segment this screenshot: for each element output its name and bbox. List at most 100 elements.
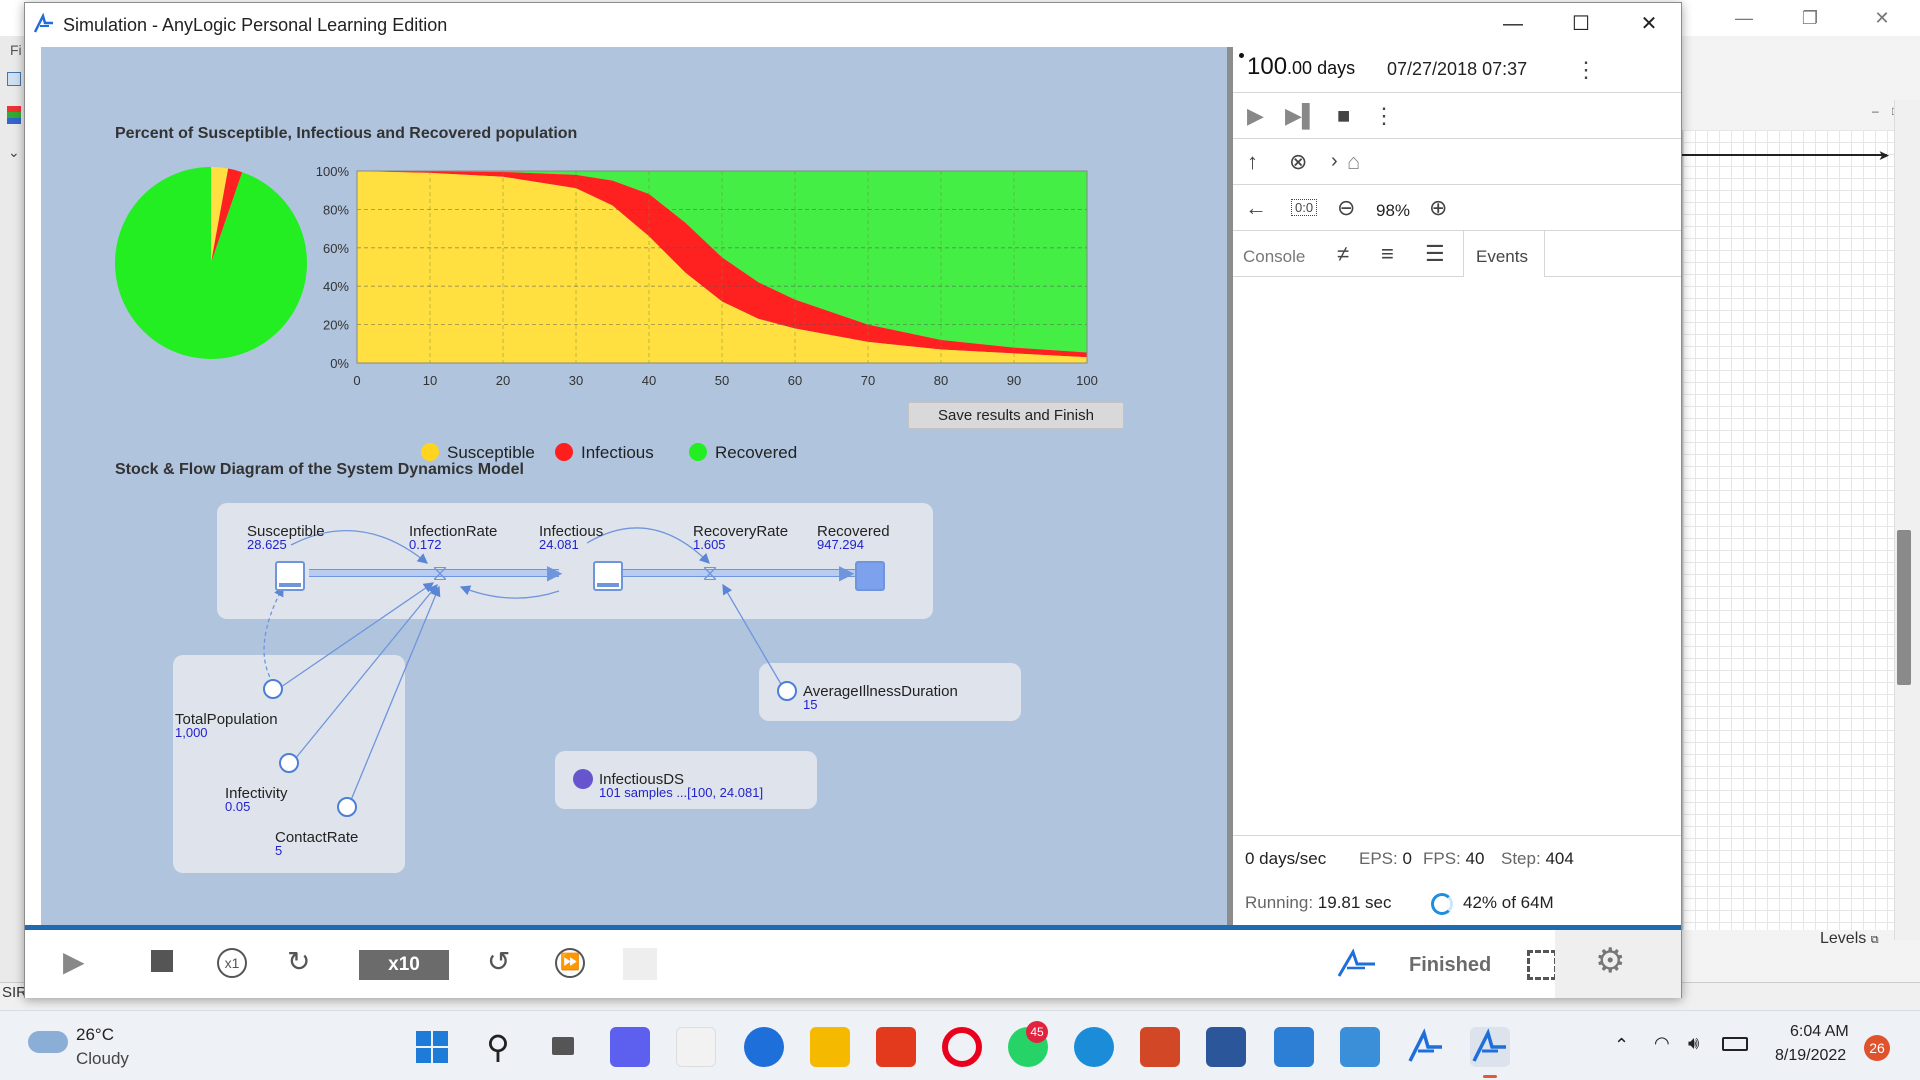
- total-population-parameter-icon[interactable]: [263, 679, 283, 699]
- window-titlebar[interactable]: Simulation - AnyLogic Personal Learning …: [25, 3, 1681, 45]
- home-icon[interactable]: ⌂: [1347, 151, 1360, 173]
- zoom-in-icon[interactable]: ⊕: [1429, 197, 1447, 219]
- powerpoint-icon[interactable]: [1140, 1027, 1180, 1067]
- back-arrow-icon[interactable]: ←: [1245, 197, 1267, 219]
- fullscreen-icon[interactable]: [1527, 950, 1557, 980]
- background-scrollbar[interactable]: [1894, 100, 1920, 940]
- chevron-down-icon[interactable]: ⌄: [8, 144, 20, 161]
- average-illness-duration-label: AverageIllnessDuration: [803, 683, 958, 700]
- levels-label[interactable]: Levels ⧉: [1820, 930, 1879, 948]
- opera-icon[interactable]: [942, 1027, 982, 1067]
- model-date: 07/27/2018 07:37: [1387, 59, 1528, 79]
- infectivity-parameter-icon[interactable]: [279, 753, 299, 773]
- zoom-reset-icon[interactable]: 0:0: [1291, 199, 1318, 216]
- teams-chat-icon[interactable]: [610, 1027, 650, 1067]
- connector-arrow: [1682, 154, 1887, 156]
- bg-restore-icon[interactable]: ❐: [1790, 6, 1830, 30]
- arrow-head-icon: ➤: [1878, 147, 1890, 163]
- weather-description[interactable]: Cloudy: [76, 1049, 129, 1069]
- graphical-editor-grid[interactable]: [1682, 130, 1894, 930]
- menu-file-text[interactable]: Fi: [10, 42, 22, 58]
- slow-down-icon[interactable]: ↻: [287, 948, 310, 976]
- stop-circle-icon[interactable]: ⊗: [1289, 151, 1307, 173]
- realtime-speed-icon[interactable]: x1: [217, 948, 247, 978]
- up-arrow-icon[interactable]: ↑: [1247, 151, 1258, 173]
- infection-valve-icon[interactable]: ⧖: [429, 561, 451, 585]
- play-icon[interactable]: ▶: [63, 948, 85, 976]
- search-icon[interactable]: ⚲: [478, 1027, 518, 1067]
- recovery-rate-value: 1.605: [693, 537, 726, 552]
- susceptible-stock[interactable]: [275, 561, 305, 591]
- recovered-value: 947.294: [817, 537, 864, 552]
- navigation-row: ↑ ⊗ › ⌂: [1233, 139, 1681, 185]
- control-panel-icon[interactable]: [1340, 1027, 1380, 1067]
- file-explorer-icon[interactable]: [810, 1027, 850, 1067]
- infectivity-value: 0.05: [225, 799, 251, 814]
- infection-rate-value: 0.172: [409, 537, 442, 552]
- developer-panel: 100.00 days 07/27/2018 07:37 ⋮ ▶ ▶▌ ■ ⋮ …: [1233, 47, 1681, 925]
- weather-temperature[interactable]: 26°C: [76, 1025, 114, 1045]
- bg-minimize-icon[interactable]: —: [1724, 6, 1764, 30]
- step-icon[interactable]: ▶▌: [1285, 105, 1318, 127]
- microsoft-store-icon[interactable]: [676, 1027, 716, 1067]
- scroll-lock-icon[interactable]: ≡: [1381, 243, 1394, 265]
- notepad-icon[interactable]: [1274, 1027, 1314, 1067]
- zoom-out-icon[interactable]: ⊖: [1337, 197, 1355, 219]
- anylogic-simulation-taskbar-icon[interactable]: [1470, 1027, 1510, 1067]
- events-tab-label: Events: [1476, 247, 1528, 266]
- infectious-stock[interactable]: [593, 561, 623, 591]
- clock-date[interactable]: 8/19/2022: [1775, 1047, 1846, 1065]
- stop-button-icon[interactable]: [151, 950, 173, 972]
- clear-console-icon[interactable]: ≠: [1337, 243, 1349, 265]
- dataset-icon[interactable]: [573, 769, 593, 789]
- bg-panel-minimize-icon[interactable]: –: [1872, 104, 1879, 118]
- scrollbar-thumb[interactable]: [1897, 530, 1911, 685]
- battery-icon[interactable]: [1722, 1037, 1748, 1051]
- word-wrap-icon[interactable]: ☰: [1425, 243, 1445, 265]
- average-illness-duration-parameter-icon[interactable]: [777, 681, 797, 701]
- edge-icon[interactable]: [1074, 1027, 1114, 1067]
- palette-icon[interactable]: [7, 72, 21, 86]
- office-icon[interactable]: [876, 1027, 916, 1067]
- speed-stat: 0 days/sec: [1245, 849, 1327, 868]
- settings-area[interactable]: ⚙: [1555, 930, 1681, 998]
- contact-rate-parameter-icon[interactable]: [337, 797, 357, 817]
- infectious-value: 24.081: [539, 537, 579, 552]
- blank-toolbar-slot: [623, 948, 657, 980]
- console-output[interactable]: [1233, 277, 1681, 835]
- anylogic-taskbar-icon[interactable]: [1406, 1027, 1446, 1067]
- maximize-icon[interactable]: ☐: [1547, 3, 1615, 45]
- minimize-icon[interactable]: —: [1479, 3, 1547, 45]
- app-blue-icon[interactable]: [744, 1027, 784, 1067]
- word-icon[interactable]: [1206, 1027, 1246, 1067]
- speed-up-icon[interactable]: ↺: [487, 948, 510, 976]
- run-menu-icon[interactable]: ⋮: [1373, 105, 1395, 127]
- console-tab[interactable]: Console: [1243, 247, 1305, 267]
- bg-close-icon[interactable]: ✕: [1862, 6, 1902, 30]
- model-canvas[interactable]: Percent of Susceptible, Infectious and R…: [41, 47, 1227, 925]
- recovered-stock[interactable]: [855, 561, 885, 591]
- settings-gear-icon[interactable]: ⚙: [1595, 944, 1625, 978]
- events-tab[interactable]: Events: [1463, 231, 1545, 277]
- zoom-row: ← 0:0 ⊖ 98% ⊕: [1233, 185, 1681, 231]
- virtual-time-icon[interactable]: ⏩: [555, 948, 585, 978]
- susceptible-value: 28.625: [247, 537, 287, 552]
- stats-divider: [1233, 835, 1681, 836]
- show-hidden-icons-icon[interactable]: ⌃: [1614, 1035, 1629, 1056]
- cloud-weather-icon[interactable]: [28, 1031, 68, 1053]
- task-view-icon[interactable]: [544, 1027, 584, 1067]
- clock-time[interactable]: 6:04 AM: [1790, 1023, 1849, 1041]
- wifi-icon[interactable]: ◠: [1654, 1033, 1670, 1054]
- status-finished: Finished: [1409, 954, 1492, 976]
- step-stat: Step: 404: [1501, 849, 1574, 868]
- run-icon[interactable]: ▶: [1247, 105, 1264, 127]
- external-link-icon: ⧉: [1870, 934, 1879, 946]
- volume-icon[interactable]: 🔊︎: [1688, 1033, 1699, 1054]
- windows-start-icon[interactable]: [412, 1027, 452, 1067]
- tool-icon[interactable]: [7, 106, 21, 124]
- stop-icon[interactable]: ■: [1337, 105, 1350, 127]
- notification-badge[interactable]: 26: [1864, 1035, 1890, 1061]
- more-options-icon[interactable]: ⋮: [1575, 59, 1597, 81]
- recovery-valve-icon[interactable]: ⧖: [699, 561, 721, 585]
- close-icon[interactable]: ✕: [1615, 3, 1683, 45]
